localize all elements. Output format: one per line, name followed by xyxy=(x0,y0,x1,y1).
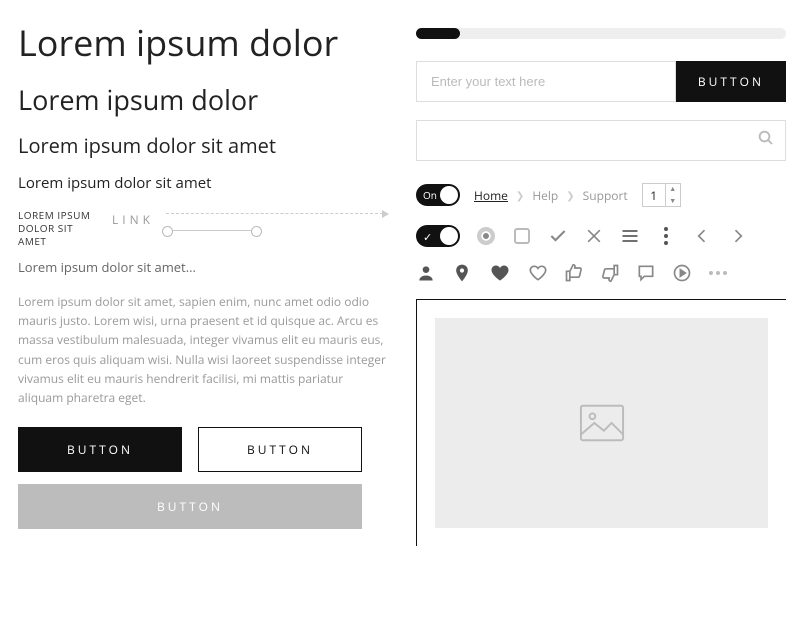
range-slider[interactable] xyxy=(166,230,258,231)
stepper-down-icon[interactable]: ▼ xyxy=(666,195,680,207)
close-icon[interactable] xyxy=(584,226,604,246)
secondary-button[interactable]: BUTTON xyxy=(198,427,362,472)
comment-icon[interactable] xyxy=(636,263,656,283)
heading-2: Lorem ipsum dolor xyxy=(18,81,388,118)
image-frame xyxy=(416,299,786,546)
image-placeholder xyxy=(435,318,768,528)
heading-3: Lorem ipsum dolor sit amet xyxy=(18,132,388,159)
location-pin-icon[interactable] xyxy=(452,263,472,283)
chevron-left-icon[interactable] xyxy=(692,226,712,246)
checkmark-icon[interactable] xyxy=(548,226,568,246)
radio-icon[interactable] xyxy=(476,226,496,246)
chevron-right-icon: ❯ xyxy=(566,188,574,202)
image-icon xyxy=(579,403,625,443)
body-paragraph: Lorem ipsum dolor sit amet, sapien enim,… xyxy=(18,292,388,407)
toggle-on-label: On xyxy=(423,188,437,202)
primary-button[interactable]: BUTTON xyxy=(18,427,182,472)
toggle-knob xyxy=(440,186,458,204)
thumbs-up-icon[interactable] xyxy=(564,263,584,283)
toggle-on[interactable]: On xyxy=(416,184,460,206)
dashed-arrow xyxy=(166,213,388,214)
link-label[interactable]: LINK xyxy=(112,211,154,228)
number-stepper[interactable]: 1 ▲ ▼ xyxy=(642,183,681,207)
chevron-right-icon[interactable] xyxy=(728,226,748,246)
heart-filled-icon[interactable] xyxy=(488,263,512,283)
heart-outline-icon[interactable] xyxy=(528,263,548,283)
more-horizontal-icon[interactable] xyxy=(708,263,728,283)
wide-button[interactable]: BUTTON xyxy=(18,484,362,529)
caption-text: LOREM IPSUM DOLOR SIT AMET xyxy=(18,209,100,248)
toggle-checked[interactable]: ✓ xyxy=(416,225,460,247)
input-submit-button[interactable]: BUTTON xyxy=(676,61,786,102)
search-field[interactable] xyxy=(416,120,786,161)
chevron-right-icon: ❯ xyxy=(516,188,524,202)
more-vertical-icon[interactable] xyxy=(656,226,676,246)
play-circle-icon[interactable] xyxy=(672,263,692,283)
truncated-text: Lorem ipsum dolor sit amet... xyxy=(18,258,388,276)
breadcrumb: Home ❯ Help ❯ Support xyxy=(474,187,628,204)
progress-fill xyxy=(416,28,460,39)
stepper-value: 1 xyxy=(643,187,665,204)
check-icon: ✓ xyxy=(423,230,432,245)
text-input[interactable] xyxy=(416,61,676,102)
search-input[interactable] xyxy=(427,133,757,148)
user-icon[interactable] xyxy=(416,263,436,283)
breadcrumb-item-home[interactable]: Home xyxy=(474,187,508,204)
menu-icon[interactable] xyxy=(620,226,640,246)
thumbs-down-icon[interactable] xyxy=(600,263,620,283)
toggle-knob xyxy=(440,227,458,245)
breadcrumb-item-support[interactable]: Support xyxy=(583,187,628,204)
heading-1: Lorem ipsum dolor xyxy=(18,18,388,67)
breadcrumb-item-help[interactable]: Help xyxy=(532,187,558,204)
progress-bar xyxy=(416,28,786,39)
stepper-up-icon[interactable]: ▲ xyxy=(666,183,680,195)
heading-4: Lorem ipsum dolor sit amet xyxy=(18,173,388,193)
checkbox-icon[interactable] xyxy=(512,226,532,246)
search-icon[interactable] xyxy=(757,129,775,152)
